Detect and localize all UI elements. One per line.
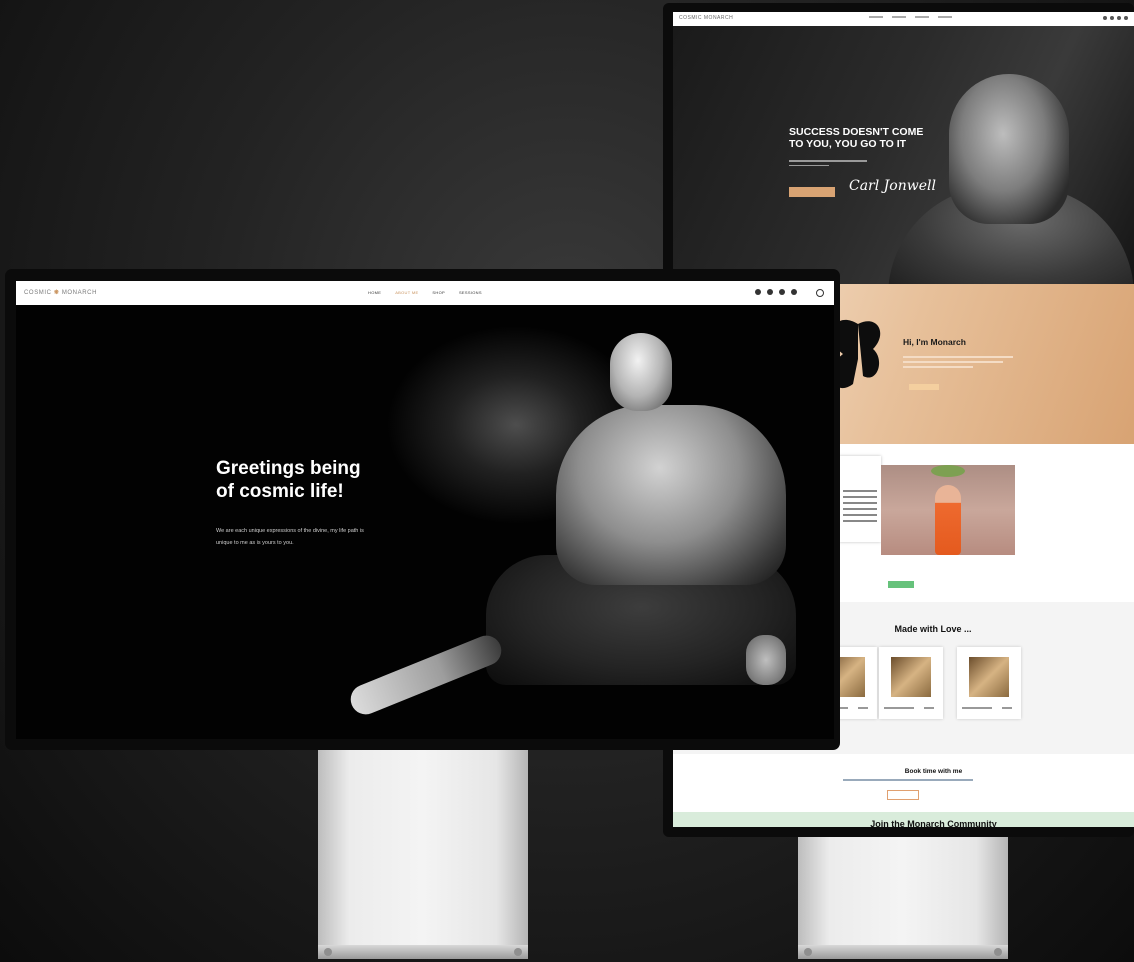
community-section: Join the Monarch Community (673, 812, 1134, 827)
right-hero: SUCCESS DOESN'T COME TO YOU, YOU GO TO I… (673, 26, 1134, 296)
nav-item-shop[interactable]: SHOP (432, 290, 445, 295)
right-hero-title-line2: TO YOU, YOU GO TO IT (789, 138, 907, 150)
hero-title-line2: of cosmic life! (216, 481, 344, 502)
left-nav-menu: HOME ABOUT ME SHOP SESSIONS (368, 290, 482, 295)
story-card (839, 456, 881, 542)
nav-item-sessions[interactable]: SESSIONS (459, 290, 482, 295)
left-navbar: COSMIC ❋ MONARCH HOME ABOUT ME SHOP SESS… (16, 281, 834, 305)
story-green-button[interactable] (888, 581, 914, 588)
right-hero-title-line1: SUCCESS DOESN'T COME (789, 126, 924, 138)
story-photo (881, 465, 1015, 555)
right-nav-link[interactable] (915, 16, 929, 18)
nav-item-home[interactable]: HOME (368, 290, 381, 295)
hero-figure-foot (346, 631, 506, 719)
social-icon[interactable] (1117, 16, 1121, 20)
tiktok-icon[interactable] (767, 289, 773, 295)
about-text (903, 356, 1013, 371)
right-site-logo[interactable]: COSMIC MONARCH (679, 15, 733, 21)
left-hero: Greetings being of cosmic life! We are e… (16, 305, 834, 739)
right-navbar: COSMIC MONARCH (673, 12, 1134, 27)
product-card[interactable] (957, 647, 1021, 719)
booking-button[interactable] (887, 790, 919, 800)
search-icon[interactable] (816, 289, 824, 297)
booking-section: Book time with me (673, 754, 1134, 812)
right-monitor-stand (798, 833, 1008, 959)
hero-figure-torso (556, 405, 786, 585)
about-button[interactable] (909, 384, 939, 390)
right-hero-title: SUCCESS DOESN'T COME TO YOU, YOU GO TO I… (789, 126, 959, 150)
social-icons (755, 289, 797, 295)
instagram-icon[interactable] (755, 289, 761, 295)
product-card[interactable] (879, 647, 943, 719)
social-icon[interactable] (1110, 16, 1114, 20)
hero-subtitle-line1: We are each unique expressions of the di… (216, 528, 364, 534)
hero-figure-foot-back (746, 635, 786, 685)
left-monitor: COSMIC ❋ MONARCH HOME ABOUT ME SHOP SESS… (5, 269, 840, 750)
right-hero-subtitle (789, 160, 869, 166)
right-nav-link[interactable] (892, 16, 906, 18)
nav-item-about-me[interactable]: ABOUT ME (395, 290, 418, 295)
booking-heading: Book time with me (904, 768, 963, 775)
hero-figure-head (610, 333, 672, 411)
signature: Carl Jonwell (849, 178, 936, 194)
hero-subtitle-line2: unique to me as is yours to you. (216, 540, 294, 546)
hero-subtitle: We are each unique expressions of the di… (216, 525, 426, 549)
left-site-logo[interactable]: COSMIC ❋ MONARCH (24, 289, 97, 296)
social-icon[interactable] (1103, 16, 1107, 20)
left-monitor-stand (318, 745, 528, 959)
booking-subtitle (843, 779, 973, 781)
logo-suffix: MONARCH (61, 290, 98, 296)
facebook-icon[interactable] (791, 289, 797, 295)
hero-title-line1: Greetings being (216, 458, 361, 479)
right-nav-link[interactable] (869, 16, 883, 18)
logo-prefix: COSMIC (24, 290, 52, 296)
logo-butterfly-icon: ❋ (53, 290, 60, 296)
right-nav-link[interactable] (938, 16, 952, 18)
hero-portrait-head (949, 74, 1069, 224)
community-heading: Join the Monarch Community (870, 819, 997, 827)
hero-title: Greetings being of cosmic life! (216, 457, 436, 503)
right-nav-links (869, 16, 952, 18)
about-heading: Hi, I'm Monarch (903, 337, 966, 347)
right-hero-cta-button[interactable] (789, 187, 835, 197)
youtube-icon[interactable] (779, 289, 785, 295)
right-nav-icons (1103, 16, 1128, 20)
left-screen: COSMIC ❋ MONARCH HOME ABOUT ME SHOP SESS… (16, 281, 834, 739)
search-icon[interactable] (1124, 16, 1128, 20)
